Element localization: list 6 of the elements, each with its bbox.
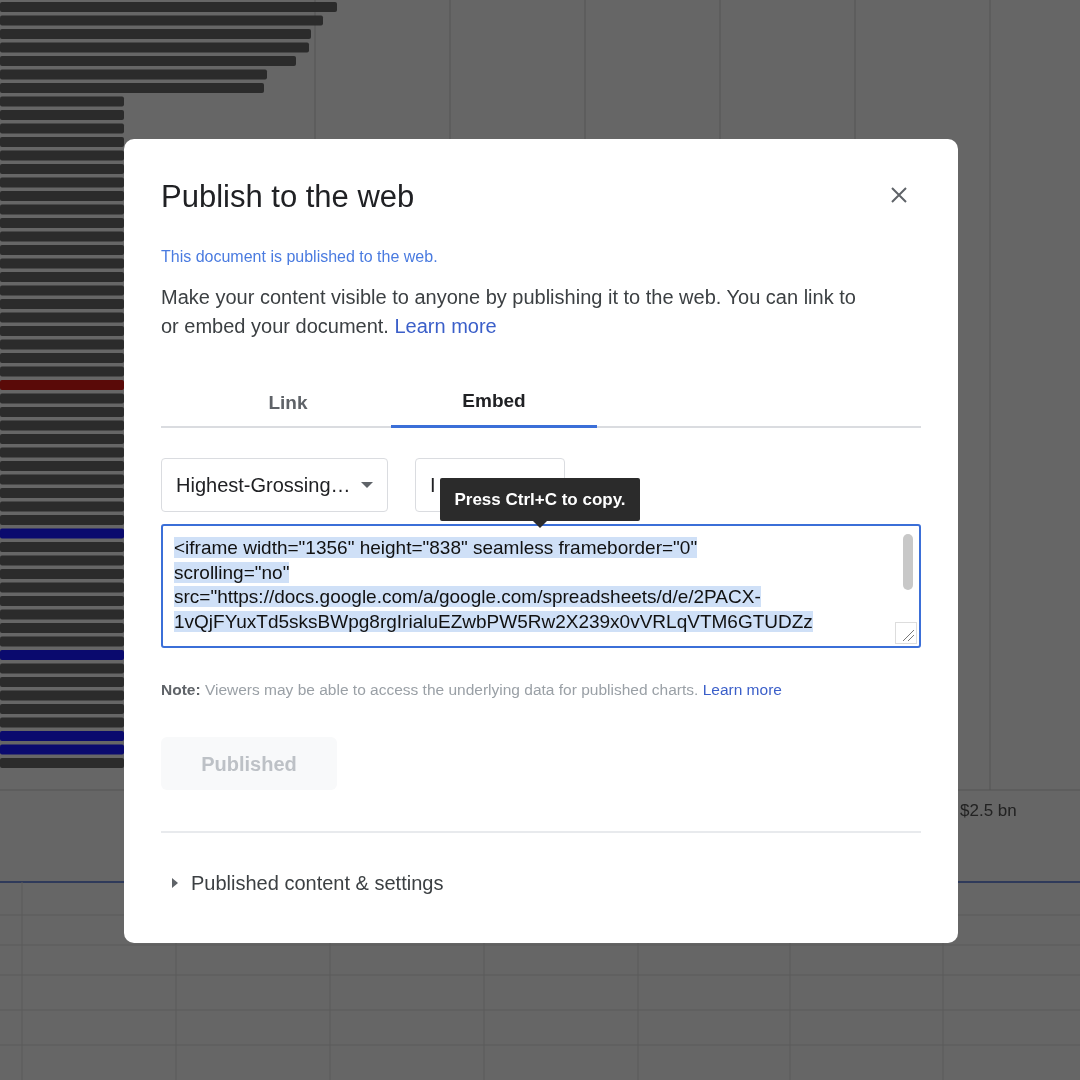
- description-text: Make your content visible to anyone by publishing it to the web. You can link to or embed your document. Learn more: [161, 285, 857, 339]
- tooltip: Press Ctrl+C to copy.: [440, 478, 640, 521]
- status-message: This document is published to the web.: [161, 247, 439, 267]
- note-text: Note: Viewers may be able to access the underlying data for published charts. Learn more: [161, 680, 783, 700]
- axis-label: $2.5 bn: [960, 800, 1017, 822]
- dialog-title: Publish to the web: [161, 178, 415, 216]
